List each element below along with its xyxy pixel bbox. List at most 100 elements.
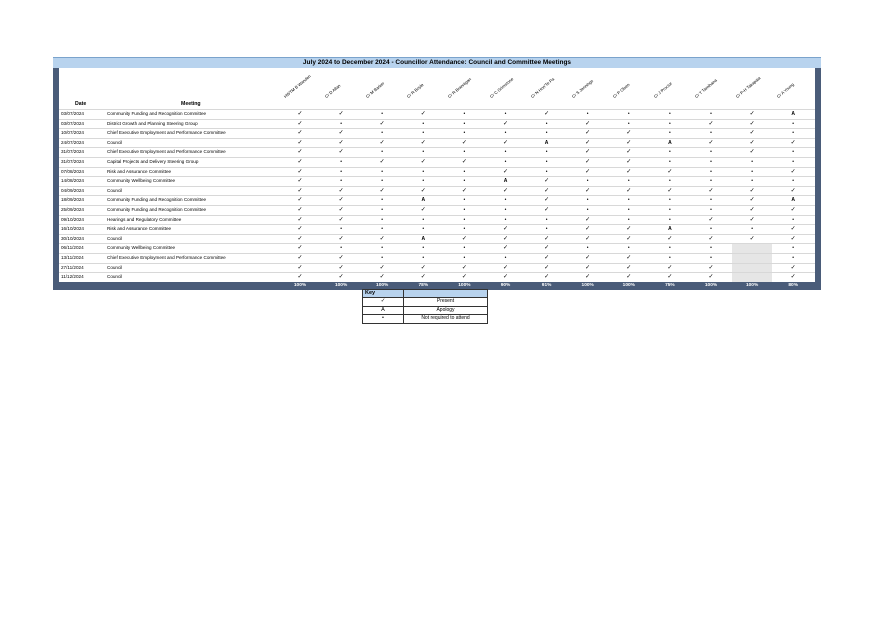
present-mark: ✓ <box>585 130 591 137</box>
present-mark: ✓ <box>790 226 796 233</box>
meeting-name: Chief Executive Employment and Performan… <box>107 254 226 260</box>
attendance-table: Date Meeting HWTM B Wanden Cr D Allan Cr M… <box>59 68 815 282</box>
present-mark: ✓ <box>544 111 550 117</box>
not-required-mark: • <box>422 120 425 127</box>
not-required-mark: • <box>669 120 671 127</box>
councillor-header: Cr S Jennings <box>570 78 594 99</box>
not-required-mark: • <box>463 197 466 204</box>
not-required-mark: • <box>751 158 753 165</box>
meeting-name: Council <box>107 235 123 241</box>
attendance-percentage: 75% <box>665 282 675 288</box>
present-mark: ✓ <box>667 168 673 175</box>
present-mark: ✓ <box>297 158 303 165</box>
not-required-mark: • <box>463 120 466 127</box>
check-icon: ✓ <box>363 298 404 306</box>
table-row: 06/11/2024 Community Wellbeing Committee ✓… <box>59 243 815 253</box>
not-required-mark: • <box>545 149 548 156</box>
present-mark: ✓ <box>461 274 467 281</box>
attendance-percentage: 100% <box>334 282 348 288</box>
meeting-name: Community Wellbeing Committee <box>107 178 176 184</box>
present-mark: ✓ <box>749 111 755 117</box>
attendance-sheet: July 2024 to December 2024 - Councillor … <box>53 57 821 290</box>
councillor-header: Cr A Young <box>775 81 796 99</box>
not-required-mark: • <box>381 226 384 233</box>
present-mark: ✓ <box>379 139 385 146</box>
present-mark: ✓ <box>338 264 344 271</box>
not-required-mark: • <box>669 130 671 137</box>
not-required-mark: • <box>586 245 589 252</box>
attendance-percentage: 100% <box>704 282 718 288</box>
meeting-date: 31/07/2024 <box>61 149 84 155</box>
present-mark: ✓ <box>297 178 303 185</box>
present-mark: ✓ <box>626 226 632 233</box>
not-required-mark: • <box>669 245 671 252</box>
present-mark: ✓ <box>626 264 632 271</box>
meeting-name: Risk and Assurance Committee <box>107 226 172 232</box>
present-mark: ✓ <box>338 139 344 146</box>
meeting-date: 27/11/2024 <box>61 264 84 270</box>
not-required-mark: • <box>710 178 712 185</box>
not-applicable-cell <box>732 263 773 273</box>
present-mark: ✓ <box>544 197 550 204</box>
meeting-date: 11/12/2024 <box>61 274 84 280</box>
present-mark: ✓ <box>585 149 591 156</box>
present-mark: ✓ <box>585 274 591 281</box>
present-mark: ✓ <box>338 197 344 204</box>
meeting-header: Meeting <box>181 101 201 107</box>
not-required-mark: • <box>627 197 630 204</box>
present-mark: ✓ <box>749 216 755 223</box>
legend-key: Key ✓ Present A Apology • Not required t… <box>362 289 488 324</box>
not-required-mark: • <box>545 130 548 137</box>
meeting-date: 13/11/2024 <box>61 254 84 260</box>
present-mark: ✓ <box>297 168 303 175</box>
present-mark: ✓ <box>338 235 344 242</box>
present-mark: ✓ <box>297 226 303 233</box>
table-row: 10/07/2024 Chief Executive Employment and… <box>59 128 815 138</box>
present-mark: ✓ <box>544 187 550 194</box>
meeting-name: Community Funding and Recognition Commit… <box>107 206 207 212</box>
present-mark: ✓ <box>338 274 344 281</box>
present-mark: ✓ <box>420 264 426 271</box>
table-row: 25/09/2024 Community Funding and Recognit… <box>59 204 815 215</box>
present-mark: ✓ <box>544 235 550 242</box>
table-row: 31/07/2024 Chief Executive Employment and… <box>59 147 815 157</box>
table-frame: Date Meeting HWTM B Wanden Cr D Allan Cr M… <box>53 68 821 282</box>
present-mark: ✓ <box>379 187 385 194</box>
not-required-mark: • <box>669 111 671 117</box>
present-mark: ✓ <box>338 111 344 117</box>
councillor-header: Cr R Boyle <box>406 82 425 99</box>
present-mark: ✓ <box>708 139 714 146</box>
table-row: 07/08/2024 Risk and Assurance Committee ✓ •… <box>59 166 815 177</box>
not-required-mark: • <box>504 158 507 165</box>
present-mark: ✓ <box>544 245 550 252</box>
table-row: 11/12/2024 Council ✓ ✓ ✓ ✓ ✓ ✓ ✓ ✓ ✓ ✓ ✓ ✓ <box>59 272 815 282</box>
key-present: ✓ Present <box>363 297 487 306</box>
table-row: 03/07/2024 District Growth and Planning S… <box>59 118 815 129</box>
present-mark: ✓ <box>420 111 426 117</box>
key-label: Apology <box>436 306 455 313</box>
not-required-mark: • <box>586 206 589 213</box>
table-row: 04/09/2024 Council ✓ ✓ ✓ ✓ ✓ ✓ ✓ ✓ ✓ ✓ ✓ ✓ ✓ <box>59 185 815 196</box>
not-required-mark: • <box>792 178 795 185</box>
meeting-date: 04/09/2024 <box>61 187 84 193</box>
present-mark: ✓ <box>626 130 632 137</box>
table-row: 31/07/2024 Capital Projects and Delivery … <box>59 156 815 167</box>
not-required-mark: • <box>422 178 425 185</box>
attendance-percentage: 100% <box>745 282 759 288</box>
not-required-mark: • <box>545 216 548 223</box>
attendance-percentage: 91% <box>541 282 552 288</box>
apology-mark: A <box>668 139 672 146</box>
present-mark: ✓ <box>585 254 591 261</box>
meeting-name: Council <box>107 139 123 145</box>
meeting-name: Council <box>107 187 123 193</box>
councillor-header: Cr N Hon'Te Pa <box>529 76 555 99</box>
not-required-mark: • <box>545 168 548 175</box>
not-required-mark: • <box>340 178 342 185</box>
meeting-name: Council <box>107 274 123 280</box>
present-mark: ✓ <box>420 206 426 213</box>
present-mark: ✓ <box>585 187 591 194</box>
present-mark: ✓ <box>461 139 467 146</box>
present-mark: ✓ <box>544 178 550 185</box>
not-required-mark: • <box>669 197 671 204</box>
not-required-mark: • <box>710 197 712 204</box>
